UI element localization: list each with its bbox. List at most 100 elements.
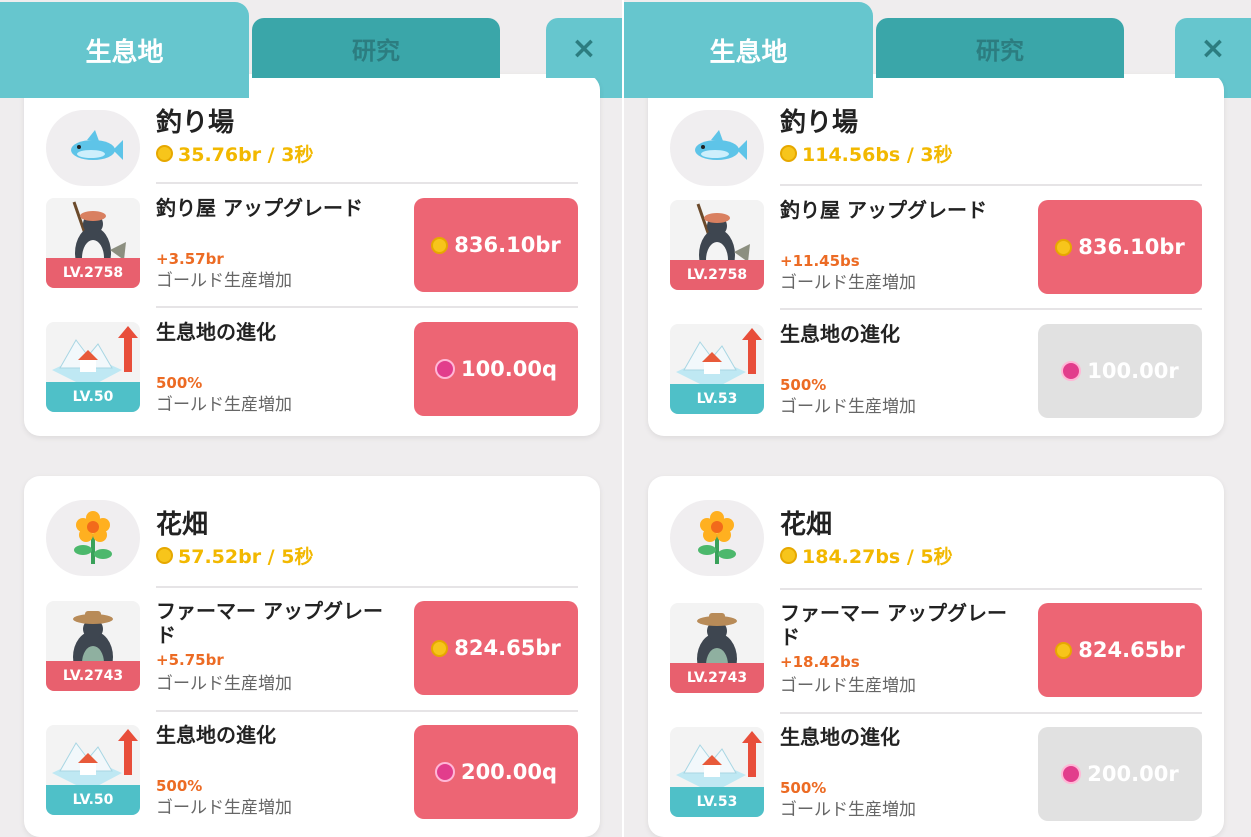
heart-gem-icon [1061, 764, 1082, 784]
upgrade-buy-button[interactable]: 824.65br [414, 601, 578, 695]
habitat-card-flower: 花畑 184.27bs / 5秒 LV.2743 ファーマー アップグレード +… [648, 476, 1224, 837]
habitat-name: 釣り場 [156, 108, 235, 138]
gold-coin-icon [1055, 641, 1073, 659]
level-badge: LV.2743 [46, 661, 140, 691]
fisher-penguin-icon: LV.2758 [46, 198, 140, 288]
gold-coin-icon [156, 547, 173, 564]
upgrade-row: LV.2758 釣り屋 アップグレード +11.45bs ゴールド生産増加 83… [670, 196, 1202, 294]
level-badge: LV.53 [670, 787, 764, 817]
divider [780, 712, 1202, 714]
habitat-card-fishing: 釣り場 114.56bs / 3秒 LV.2758 釣り屋 アップグレード +1… [648, 74, 1224, 436]
level-badge: LV.2758 [46, 258, 140, 288]
evolution-cost: 200.00r [1087, 762, 1179, 786]
tab-research[interactable]: 研究 [252, 18, 500, 78]
gold-coin-icon [780, 145, 797, 162]
evolution-row: LV.53 生息地の進化 500% ゴールド生産増加 200.00r [670, 723, 1202, 821]
right-panel: 生息地 研究 × 釣り場 114.56bs / 3秒 LV.2758 釣り屋 ア… [624, 0, 1251, 837]
habitat-rate-value: 184.27bs / 5秒 [802, 546, 953, 568]
fisher-penguin-icon: LV.2758 [670, 200, 764, 290]
close-icon: × [571, 30, 597, 66]
level-badge: LV.50 [46, 382, 140, 412]
upgrade-row: LV.2758 釣り屋 アップグレード +3.57br ゴールド生産増加 836… [46, 194, 578, 292]
habitat-rate: 184.27bs / 5秒 [780, 542, 953, 569]
evolution-buy-button[interactable]: 200.00r [1038, 727, 1202, 821]
gold-coin-icon [780, 547, 797, 564]
upgrade-gain: +18.42bs [780, 653, 860, 671]
upgrade-title: ファーマー アップグレード [780, 601, 1007, 649]
evolution-desc: ゴールド生産増加 [156, 798, 292, 818]
divider [780, 588, 1202, 590]
farmer-penguin-icon: LV.2743 [670, 603, 764, 693]
habitat-rate: 57.52br / 5秒 [156, 542, 313, 569]
close-button[interactable]: × [546, 18, 622, 78]
gold-coin-icon [156, 145, 173, 162]
upgrade-title: ファーマー アップグレード [156, 599, 383, 647]
divider [780, 184, 1202, 186]
upgrade-title: 釣り屋 アップグレード [780, 198, 987, 222]
upgrade-cost: 836.10br [454, 233, 561, 257]
upgrade-row: LV.2743 ファーマー アップグレード +5.75br ゴールド生産増加 8… [46, 597, 578, 695]
evolution-row: LV.50 生息地の進化 500% ゴールド生産増加 200.00q [46, 721, 578, 819]
habitat-evolution-icon: LV.50 [46, 322, 140, 412]
evolution-buy-button[interactable]: 200.00q [414, 725, 578, 819]
close-icon: × [1200, 30, 1226, 66]
level-badge: LV.50 [46, 785, 140, 815]
upgrade-row: LV.2743 ファーマー アップグレード +18.42bs ゴールド生産増加 … [670, 599, 1202, 697]
evolution-cost: 100.00r [1087, 359, 1179, 383]
habitat-evolution-icon: LV.53 [670, 727, 764, 817]
upgrade-buy-button[interactable]: 836.10br [414, 198, 578, 292]
habitat-rate: 35.76br / 3秒 [156, 140, 313, 167]
evolution-row: LV.50 生息地の進化 500% ゴールド生産増加 100.00q [46, 318, 578, 416]
habitat-card-flower: 花畑 57.52br / 5秒 LV.2743 ファーマー アップグレード +5… [24, 476, 600, 837]
gold-coin-icon [1055, 238, 1073, 256]
habitat-evolution-icon: LV.53 [670, 324, 764, 414]
evolution-desc: ゴールド生産増加 [780, 800, 916, 820]
evolution-buy-button[interactable]: 100.00r [1038, 324, 1202, 418]
upgrade-cost: 824.65br [1078, 638, 1185, 662]
divider [156, 306, 578, 308]
habitat-rate-value: 57.52br / 5秒 [178, 546, 314, 568]
tab-habitat[interactable]: 生息地 [624, 2, 873, 98]
farmer-penguin-icon: LV.2743 [46, 601, 140, 691]
upgrade-desc: ゴールド生産増加 [780, 273, 916, 293]
habitat-name: 釣り場 [780, 108, 859, 138]
gold-coin-icon [431, 236, 449, 254]
habitat-evolution-icon: LV.50 [46, 725, 140, 815]
habitat-name: 花畑 [780, 510, 833, 540]
level-badge: LV.2743 [670, 663, 764, 693]
upgrade-gain: +5.75br [156, 651, 224, 669]
heart-gem-icon [434, 359, 455, 379]
evolution-row: LV.53 生息地の進化 500% ゴールド生産増加 100.00r [670, 320, 1202, 418]
divider [780, 308, 1202, 310]
divider [156, 710, 578, 712]
divider [156, 182, 578, 184]
evolution-title: 生息地の進化 [156, 320, 276, 344]
heart-gem-icon [1061, 361, 1082, 381]
upgrade-desc: ゴールド生産増加 [156, 271, 292, 291]
heart-gem-icon [434, 762, 455, 782]
upgrade-desc: ゴールド生産増加 [780, 676, 916, 696]
tab-research[interactable]: 研究 [876, 18, 1124, 78]
evolution-title: 生息地の進化 [780, 322, 900, 346]
upgrade-desc: ゴールド生産増加 [156, 674, 292, 694]
fish-icon [670, 110, 764, 186]
divider [156, 586, 578, 588]
habitat-name: 花畑 [156, 510, 209, 540]
level-badge: LV.2758 [670, 260, 764, 290]
left-panel: 生息地 研究 × 釣り場 35.76br / 3秒 LV.2758 釣り屋 アッ… [0, 0, 622, 837]
upgrade-cost: 836.10br [1078, 235, 1185, 259]
upgrade-buy-button[interactable]: 836.10br [1038, 200, 1202, 294]
habitat-card-fishing: 釣り場 35.76br / 3秒 LV.2758 釣り屋 アップグレード +3.… [24, 74, 600, 436]
habitat-rate: 114.56bs / 3秒 [780, 140, 953, 167]
flower-icon [670, 500, 764, 576]
close-button[interactable]: × [1175, 18, 1251, 78]
fish-icon [46, 110, 140, 186]
evolution-desc: ゴールド生産増加 [156, 395, 292, 415]
evolution-cost: 200.00q [460, 760, 558, 784]
evolution-title: 生息地の進化 [780, 725, 900, 749]
tab-habitat[interactable]: 生息地 [0, 2, 249, 98]
evolution-buy-button[interactable]: 100.00q [414, 322, 578, 416]
level-badge: LV.53 [670, 384, 764, 414]
evolution-cost: 100.00q [460, 357, 558, 381]
upgrade-buy-button[interactable]: 824.65br [1038, 603, 1202, 697]
